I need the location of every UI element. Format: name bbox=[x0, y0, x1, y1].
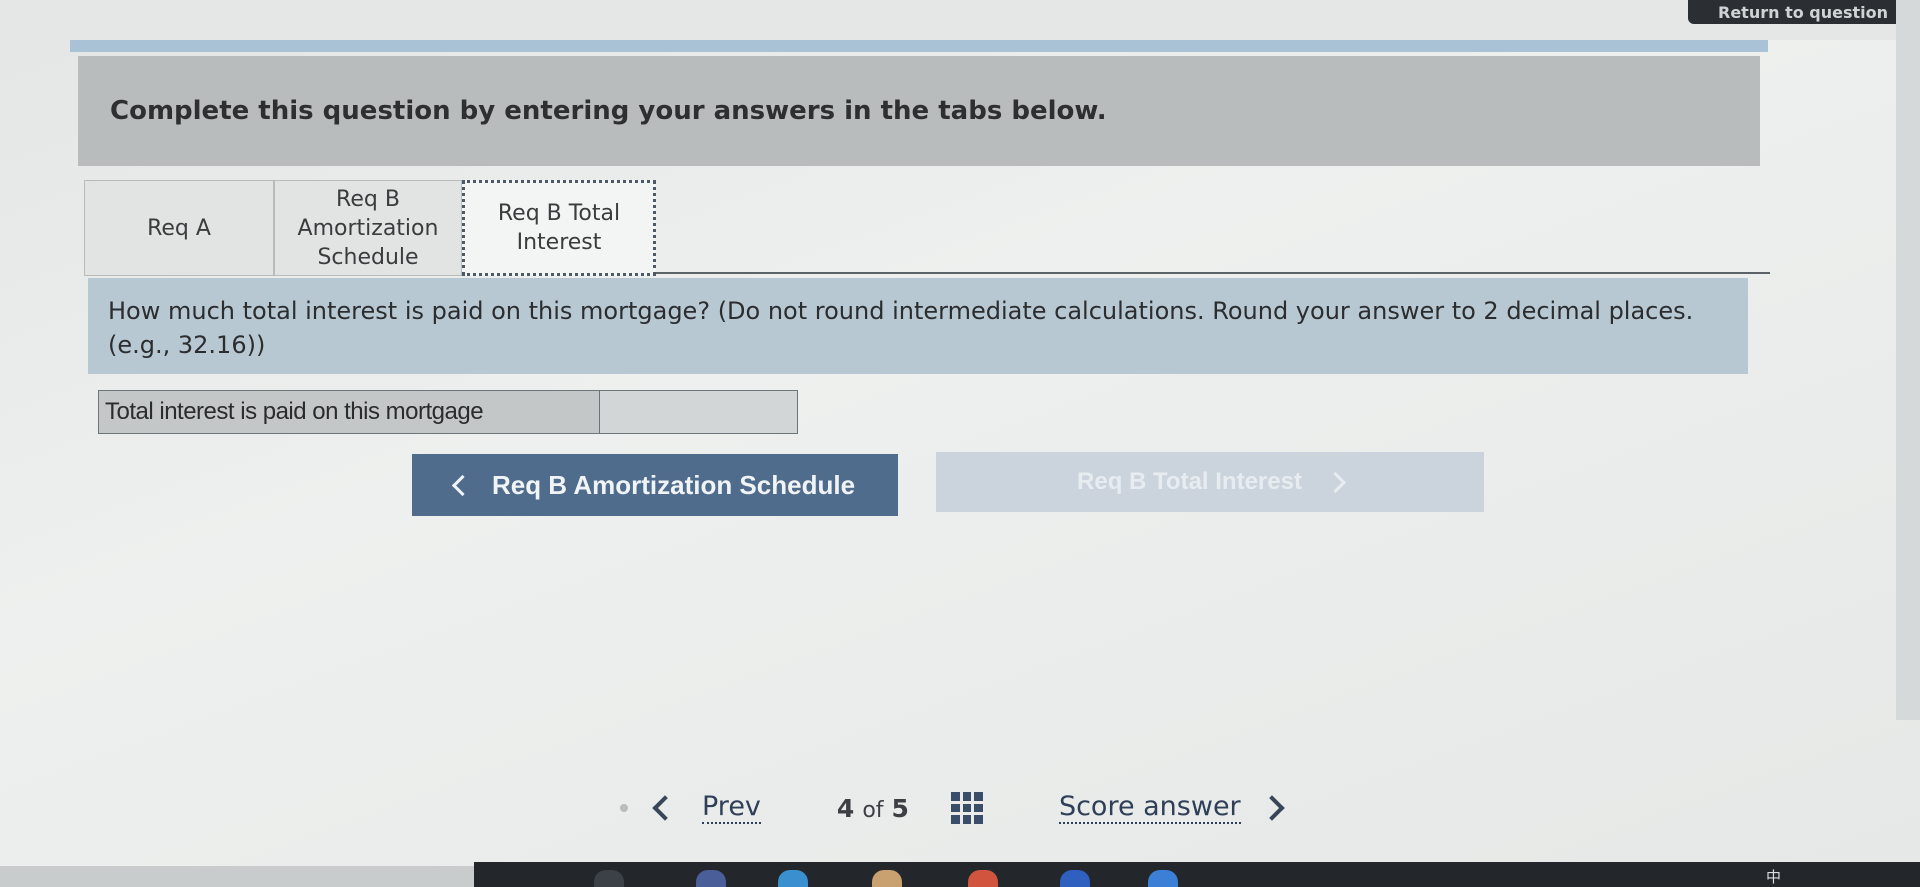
question-footer-nav: Prev 4 of 5 Score answer bbox=[620, 786, 1285, 830]
chevron-right-icon bbox=[1324, 471, 1347, 493]
taskbar-app-icon[interactable] bbox=[594, 870, 624, 887]
taskbar-app-icon[interactable] bbox=[1148, 870, 1178, 887]
card-top-border bbox=[70, 40, 1768, 52]
answer-label: Total interest is paid on this mortgage bbox=[98, 390, 600, 434]
tab-req-b-total-interest[interactable]: Req B Total Interest bbox=[462, 180, 656, 276]
total-interest-input[interactable] bbox=[600, 390, 798, 434]
score-answer-link[interactable]: Score answer bbox=[1058, 792, 1241, 824]
prev-tab-label: Req B Amortization Schedule bbox=[491, 469, 856, 500]
taskbar-browser-icon[interactable] bbox=[778, 870, 808, 887]
chevron-right-icon[interactable] bbox=[1258, 795, 1285, 821]
return-to-question-button[interactable]: Return to question bbox=[1688, 0, 1920, 24]
answer-row: Total interest is paid on this mortgage bbox=[98, 390, 798, 434]
prev-label: Prev bbox=[702, 791, 761, 824]
tab-label: Req B Total Interest bbox=[497, 201, 621, 255]
chevron-left-icon bbox=[652, 795, 678, 821]
taskbar-app-icon[interactable] bbox=[872, 870, 902, 887]
total-pages: 5 bbox=[891, 793, 909, 823]
tab-label: Req A bbox=[147, 215, 211, 241]
question-card: Complete this question by entering your … bbox=[70, 40, 1770, 600]
scrollbar-track[interactable] bbox=[1896, 0, 1920, 720]
page-of-label: of bbox=[862, 797, 884, 823]
page-indicator: 4 of 5 bbox=[837, 794, 909, 823]
tab-req-b-amortization-schedule[interactable]: Req B Amortization Schedule bbox=[274, 180, 462, 276]
browser-top-strip bbox=[0, 0, 1920, 40]
requirement-tabs: Req A Req B Amortization Schedule Req B … bbox=[84, 180, 656, 276]
status-dot-icon bbox=[620, 804, 628, 812]
chevron-left-icon bbox=[451, 474, 474, 496]
taskbar-app-icon[interactable] bbox=[1060, 870, 1090, 887]
tab-underline bbox=[656, 272, 1770, 274]
tab-label: Req B Amortization Schedule bbox=[297, 186, 439, 270]
question-text: How much total interest is paid on this … bbox=[108, 297, 1694, 359]
instructions-text: Complete this question by entering your … bbox=[110, 96, 1107, 126]
prev-tab-button[interactable]: Req B Amortization Schedule bbox=[412, 454, 898, 516]
tab-req-a[interactable]: Req A bbox=[84, 180, 274, 276]
taskbar-app-icon[interactable] bbox=[968, 870, 998, 887]
ime-indicator[interactable]: 中 bbox=[1766, 866, 1781, 887]
question-grid-icon[interactable] bbox=[950, 792, 983, 824]
question-box: How much total interest is paid on this … bbox=[88, 278, 1748, 374]
os-taskbar: 中 bbox=[474, 862, 1920, 887]
next-tab-button: Req B Total Interest bbox=[936, 452, 1484, 512]
next-tab-label: Req B Total Interest bbox=[1077, 468, 1302, 495]
current-page: 4 bbox=[836, 793, 855, 823]
prev-question-link[interactable]: Prev bbox=[652, 791, 761, 824]
instructions-bar: Complete this question by entering your … bbox=[78, 56, 1760, 166]
window-bottom-edge bbox=[0, 866, 474, 887]
taskbar-app-icon[interactable] bbox=[696, 870, 726, 887]
